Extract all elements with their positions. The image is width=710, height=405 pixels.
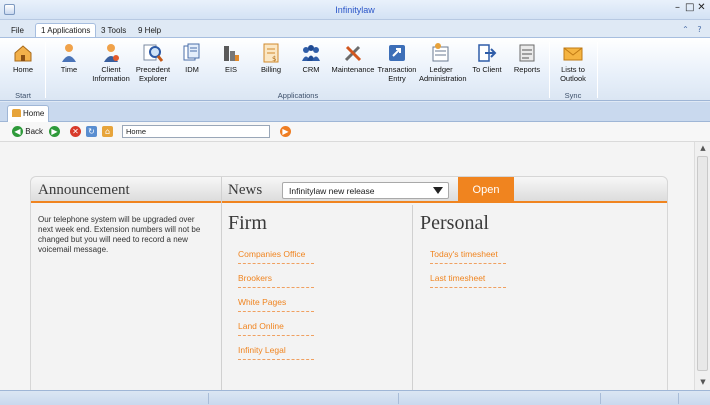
- home-icon: ⌂: [102, 126, 113, 138]
- envelope-icon: [562, 42, 584, 64]
- open-button[interactable]: Open: [458, 177, 514, 203]
- personal-link[interactable]: Today's timesheet: [430, 249, 506, 264]
- ledger-icon: [430, 42, 452, 64]
- home-nav-button[interactable]: ⌂: [102, 126, 113, 138]
- vertical-scrollbar[interactable]: ▲ ▼: [694, 142, 710, 390]
- panel-header: Announcement News Infinitylaw new releas…: [31, 177, 667, 203]
- tools-icon: [342, 42, 364, 64]
- column-divider: [412, 205, 413, 391]
- ribbon-idm-button[interactable]: IDM: [170, 42, 214, 88]
- stop-icon: ✕: [70, 126, 81, 138]
- firm-link[interactable]: Brookers: [238, 273, 314, 288]
- news-select[interactable]: Infinitylaw new release: [282, 182, 449, 199]
- svg-text:$: $: [272, 55, 276, 63]
- magnifier-icon: [142, 42, 164, 64]
- firm-link[interactable]: Land Online: [238, 321, 314, 336]
- help-icon[interactable]: ?: [695, 25, 704, 34]
- tab-help[interactable]: 9 Help: [133, 24, 166, 38]
- ribbon-lists-to-outlook-button[interactable]: Lists to Outlook: [551, 42, 595, 88]
- announcement-title: Announcement: [38, 182, 130, 198]
- firm-link[interactable]: Infinity Legal: [238, 345, 314, 360]
- stop-button[interactable]: ✕: [70, 126, 81, 138]
- group-label-sync: Sync: [564, 91, 582, 100]
- ribbon-home-button[interactable]: Home: [1, 42, 45, 88]
- go-arrow-icon: ▶: [280, 126, 291, 138]
- home-icon: [12, 42, 34, 64]
- go-button[interactable]: ▶: [280, 126, 291, 138]
- refresh-button[interactable]: ↻: [86, 126, 97, 138]
- back-button[interactable]: ◀ Back: [12, 126, 43, 138]
- people-icon: [300, 42, 322, 64]
- title-bar: Infinitylaw – □ ✕: [0, 0, 710, 20]
- status-bar: [0, 390, 710, 405]
- documents-icon: [181, 42, 203, 64]
- scroll-down-icon[interactable]: ▼: [695, 378, 710, 386]
- ribbon-crm-button[interactable]: CRM: [289, 42, 333, 88]
- firm-link[interactable]: Companies Office: [238, 249, 314, 264]
- window-title: Infinitylaw: [335, 5, 375, 15]
- minimize-button[interactable]: –: [673, 2, 682, 14]
- group-label-start: Start: [15, 91, 31, 100]
- ribbon-precedent-explorer-button[interactable]: Precedent Explorer: [131, 42, 175, 88]
- navigation-toolbar: ◀ Back ▶ ✕ ↻ ⌂ Home ▶: [0, 122, 710, 142]
- tab-tools[interactable]: 3 Tools: [96, 24, 131, 38]
- ribbon-transaction-entry-button[interactable]: Transaction Entry: [375, 42, 419, 88]
- address-field[interactable]: Home: [122, 125, 270, 138]
- ribbon-to-client-button[interactable]: To Client: [465, 42, 509, 88]
- ribbon-maintenance-button[interactable]: Maintenance: [331, 42, 375, 88]
- menu-bar: File 1 Applications 3 Tools 9 Help ⌃ ?: [0, 20, 710, 39]
- forward-arrow-icon: ▶: [49, 126, 60, 138]
- report-icon: [516, 42, 538, 64]
- ribbon-client-information-button[interactable]: Client Information: [89, 42, 133, 88]
- ribbon-reports-button[interactable]: Reports: [505, 42, 549, 88]
- invoice-icon: $: [260, 42, 282, 64]
- export-icon: [476, 42, 498, 64]
- home-icon: [12, 109, 21, 117]
- personal-title: Personal: [420, 212, 489, 234]
- client-icon: [100, 42, 122, 64]
- person-icon: [58, 42, 80, 64]
- ribbon-time-button[interactable]: Time: [47, 42, 91, 88]
- scroll-thumb[interactable]: [697, 156, 708, 371]
- chevron-down-icon: [433, 187, 443, 194]
- ribbon: Home Time Client Information Precedent E…: [0, 37, 710, 101]
- refresh-icon: ↻: [86, 126, 97, 138]
- close-button[interactable]: ✕: [697, 2, 706, 14]
- page-content: Announcement News Infinitylaw new releas…: [0, 142, 694, 392]
- transaction-icon: [386, 42, 408, 64]
- ribbon-billing-button[interactable]: $ Billing: [249, 42, 293, 88]
- bar-chart-icon: [220, 42, 242, 64]
- back-arrow-icon: ◀: [12, 126, 23, 138]
- portal-panel: Announcement News Infinitylaw new releas…: [30, 176, 668, 392]
- ribbon-eis-button[interactable]: EIS: [209, 42, 253, 88]
- ribbon-ledger-administration-button[interactable]: Ledger Administration: [419, 42, 467, 88]
- firm-title: Firm: [228, 212, 267, 234]
- tab-file[interactable]: File: [6, 24, 29, 38]
- column-divider: [221, 177, 222, 391]
- maximize-button[interactable]: □: [685, 2, 694, 14]
- ribbon-collapse-icon[interactable]: ⌃: [681, 25, 690, 34]
- doc-tab-home[interactable]: Home: [7, 105, 49, 122]
- personal-link[interactable]: Last timesheet: [430, 273, 506, 288]
- forward-button[interactable]: ▶: [49, 126, 60, 138]
- news-label: News: [228, 182, 263, 198]
- group-label-applications: Applications: [277, 91, 319, 100]
- scroll-up-icon[interactable]: ▲: [695, 144, 710, 152]
- document-tab-strip: Home: [0, 102, 710, 122]
- announcement-text: Our telephone system will be upgraded ov…: [38, 215, 201, 254]
- firm-link[interactable]: White Pages: [238, 297, 314, 312]
